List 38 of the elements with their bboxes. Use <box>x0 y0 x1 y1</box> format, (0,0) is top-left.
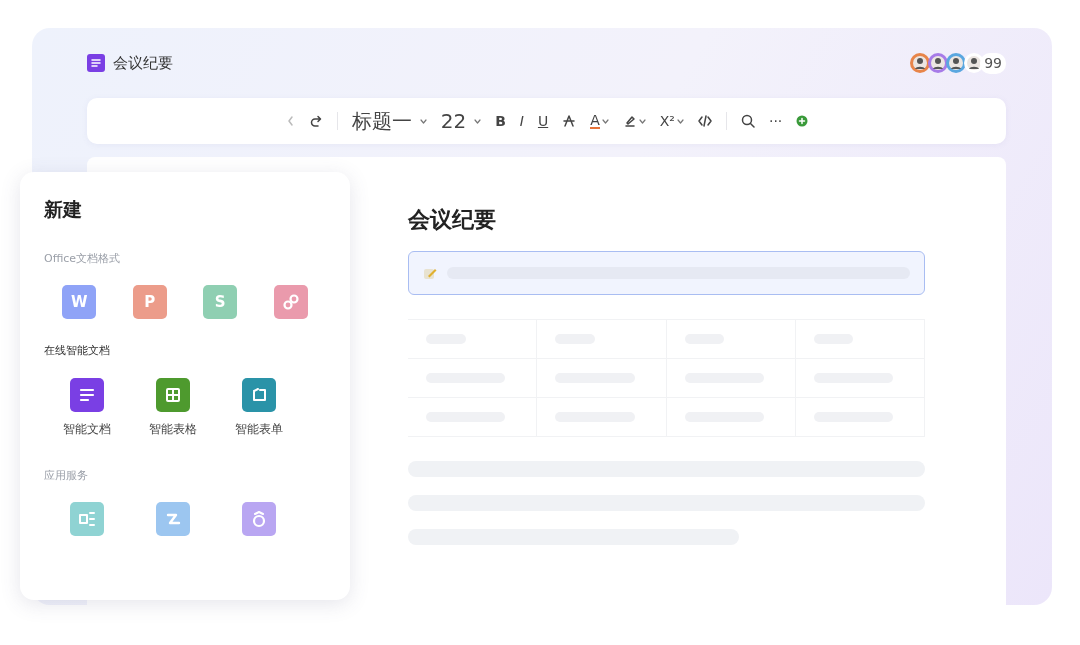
font-color-button[interactable]: A <box>590 113 609 129</box>
format-dropdown[interactable]: 标题一 <box>351 111 427 131</box>
redo-icon <box>308 114 323 128</box>
document-title: 会议纪要 <box>113 52 173 74</box>
app-tile[interactable]: 智能表单 <box>216 377 302 438</box>
superscript-button[interactable]: X² <box>659 114 684 128</box>
avatar <box>910 53 931 73</box>
search-icon <box>740 114 755 128</box>
code-icon <box>697 114 712 128</box>
collaborator-count: 99 <box>980 52 1006 74</box>
strikethrough-icon <box>562 114 577 128</box>
app-tile[interactable]: 智能文档 <box>44 377 130 438</box>
highlight-button[interactable] <box>622 114 646 128</box>
app-tile[interactable]: 智能表格 <box>130 377 216 438</box>
file-icon: P <box>132 285 167 320</box>
section-label: Office文档格式 <box>44 250 122 267</box>
document-icon <box>87 54 105 72</box>
add-button[interactable] <box>796 115 809 127</box>
redo-button[interactable] <box>308 114 323 128</box>
file-icon: W <box>62 285 97 320</box>
file-icon: S <box>203 285 238 320</box>
code-button[interactable] <box>697 114 712 128</box>
underline-button[interactable]: U <box>537 114 549 128</box>
italic-button[interactable]: I <box>519 114 524 128</box>
highlighter-icon <box>622 114 637 128</box>
format-dropdown[interactable]: 22 <box>440 111 482 131</box>
avatar <box>946 53 967 73</box>
bold-button[interactable]: B <box>495 114 506 128</box>
strikethrough-button[interactable] <box>562 114 577 128</box>
document-heading: 会议纪要 <box>408 207 497 234</box>
more-button[interactable]: ··· <box>768 114 783 128</box>
section-label: 在线智能文档 <box>44 343 111 360</box>
panel-title: 新建 <box>44 198 83 221</box>
avatar <box>928 53 949 73</box>
pencil-icon <box>423 266 437 281</box>
section-label: 应用服务 <box>44 467 89 484</box>
search-button[interactable] <box>740 114 755 128</box>
add-icon <box>796 115 809 127</box>
